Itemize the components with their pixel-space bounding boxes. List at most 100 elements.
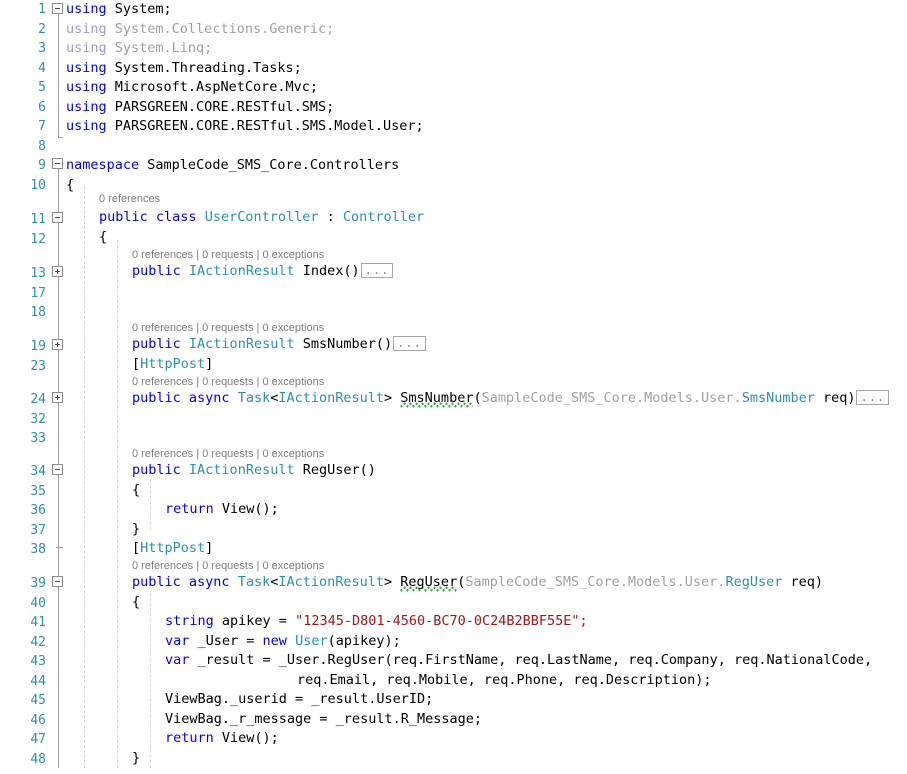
line-number: 1 [0, 0, 46, 20]
codelens-class[interactable]: 0 references [99, 192, 160, 206]
code-line-46[interactable]: ViewBag._r_message = _result.R_Message; [165, 710, 907, 730]
brace: } [132, 750, 140, 766]
code-line-3[interactable]: using System.Linq; [66, 39, 907, 59]
attribute-httppost: HttpPost [140, 356, 205, 372]
code-line-4[interactable]: using System.Threading.Tasks; [66, 59, 907, 79]
code-line-9[interactable]: namespace SampleCode_SMS_Core.Controller… [66, 156, 907, 176]
outline-toggle-usings[interactable] [52, 3, 63, 14]
code-line-34[interactable]: public IActionResult RegUser() [132, 461, 907, 481]
code-line-44[interactable]: req.Email, req.Mobile, req.Phone, req.De… [297, 671, 907, 691]
code-line-47[interactable]: return View(); [165, 729, 907, 749]
namespace-ref: System.Linq; [115, 40, 213, 56]
return-type: IActionResult [189, 263, 295, 279]
code-line-39[interactable]: public async Task<IActionResult> RegUser… [132, 573, 907, 593]
bracket: ] [205, 540, 213, 556]
collapsed-region-smsnumber[interactable]: ... [393, 336, 426, 351]
codelens-smsnumber[interactable]: 0 references | 0 requests | 0 exceptions [132, 321, 324, 335]
code-line-17[interactable] [66, 284, 907, 304]
generic-arg: IActionResult [278, 574, 384, 590]
code-line-1[interactable]: using System; [66, 0, 907, 20]
paren: () [360, 462, 376, 478]
namespace-name: SampleCode_SMS_Core.Controllers [147, 157, 399, 173]
return-type: IActionResult [189, 462, 295, 478]
outline-toggle-smsnumber-post[interactable] [52, 392, 63, 403]
code-line-48[interactable]: } [132, 749, 907, 769]
keyword-async: async [189, 390, 230, 406]
brace: } [132, 521, 140, 537]
codelens-smsnumber-post[interactable]: 0 references | 0 requests | 0 exceptions [132, 375, 324, 389]
code-editor[interactable]: 1 2 3 4 5 6 7 8 9 10 11 12 13 17 18 19 2… [0, 0, 907, 774]
variable-apikey: apikey = [214, 613, 295, 629]
code-line-12[interactable]: { [99, 228, 907, 248]
keyword-var: var [165, 652, 189, 668]
keyword-public: public [132, 462, 181, 478]
outline-toggle-reguser-post[interactable] [52, 576, 63, 587]
code-line-24[interactable]: public async Task<IActionResult> SmsNumb… [132, 389, 907, 409]
outline-toggle-smsnumber[interactable] [52, 339, 63, 350]
codelens-reguser-post[interactable]: 0 references | 0 requests | 0 exceptions [132, 559, 324, 573]
line-number: 17 [0, 284, 46, 304]
keyword-class: class [156, 209, 197, 225]
keyword-public: public [132, 390, 181, 406]
brace: { [66, 177, 74, 193]
code-line-33[interactable] [66, 429, 907, 449]
code-line-37[interactable]: } [132, 520, 907, 540]
keyword-using: using [66, 1, 107, 17]
code-line-42[interactable]: var _User = new User(apikey); [165, 632, 907, 652]
class-name: UserController [205, 209, 319, 225]
code-line-35[interactable]: { [132, 481, 907, 501]
code-line-6[interactable]: using PARSGREEN.CORE.RESTful.SMS; [66, 98, 907, 118]
view-call: View(); [222, 501, 279, 517]
line-number: 39 [0, 574, 46, 594]
bracket: [ [132, 356, 140, 372]
codelens-index[interactable]: 0 references | 0 requests | 0 exceptions [132, 248, 324, 262]
code-line-18[interactable] [66, 303, 907, 323]
line-number: 42 [0, 633, 46, 653]
codelens-reguser[interactable]: 0 references | 0 requests | 0 exceptions [132, 447, 324, 461]
outline-toggle-class[interactable] [52, 212, 63, 223]
namespace-ref: Microsoft.AspNetCore.Mvc; [115, 79, 318, 95]
code-line-8[interactable] [66, 137, 907, 157]
keyword-using: using [66, 40, 107, 56]
code-line-36[interactable]: return View(); [165, 500, 907, 520]
keyword-return: return [165, 501, 222, 517]
outline-toggle-reguser[interactable] [52, 464, 63, 475]
reguser-args-continued: req.Email, req.Mobile, req.Phone, req.De… [297, 672, 712, 688]
code-line-43[interactable]: var _result = _User.RegUser(req.FirstNam… [165, 651, 907, 671]
code-line-23[interactable]: [HttpPost] [132, 355, 907, 375]
outline-toggle-index[interactable] [52, 266, 63, 277]
line-number: 8 [0, 137, 46, 157]
reguser-call: _result = _User.RegUser(req.FirstName, r… [189, 652, 872, 668]
line-number: 36 [0, 501, 46, 521]
bracket: ] [205, 356, 213, 372]
bracket: [ [132, 540, 140, 556]
param-qualifier: SampleCode_SMS_Core.Models.User. [465, 574, 725, 590]
line-number: 37 [0, 521, 46, 541]
code-line-40[interactable]: { [132, 593, 907, 613]
keyword-new: new [263, 633, 287, 649]
indent-guide-3b [150, 593, 151, 768]
attribute-httppost: HttpPost [140, 540, 205, 556]
brace: { [132, 482, 140, 498]
code-line-11[interactable]: public class UserController : Controller [99, 208, 907, 228]
code-line-10[interactable]: { [66, 176, 907, 196]
collapsed-region-smsnumber-post[interactable]: ... [856, 390, 889, 405]
code-line-19[interactable]: public IActionResult SmsNumber()... [132, 335, 907, 355]
return-type-task: Task [238, 390, 271, 406]
code-line-5[interactable]: using Microsoft.AspNetCore.Mvc; [66, 78, 907, 98]
outline-toggle-namespace[interactable] [52, 158, 63, 169]
code-line-7[interactable]: using PARSGREEN.CORE.RESTful.SMS.Model.U… [66, 117, 907, 137]
brace: { [99, 229, 107, 245]
code-line-41[interactable]: string apikey = "12345-D801-4560-BC70-0C… [165, 612, 907, 632]
code-line-45[interactable]: ViewBag._userid = _result.UserID; [165, 690, 907, 710]
collapsed-region-index[interactable]: ... [361, 263, 394, 278]
code-line-13[interactable]: public IActionResult Index()... [132, 262, 907, 282]
param-qualifier: SampleCode_SMS_Core.Models.User. [482, 390, 742, 406]
code-line-2[interactable]: using System.Collections.Generic; [66, 20, 907, 40]
viewbag-userid: ViewBag._userid = _result.UserID; [165, 691, 433, 707]
code-line-32[interactable] [66, 410, 907, 430]
code-line-38[interactable]: [HttpPost] [132, 539, 907, 559]
line-number: 44 [0, 672, 46, 692]
namespace-ref: System; [115, 1, 172, 17]
keyword-using: using [66, 60, 107, 76]
